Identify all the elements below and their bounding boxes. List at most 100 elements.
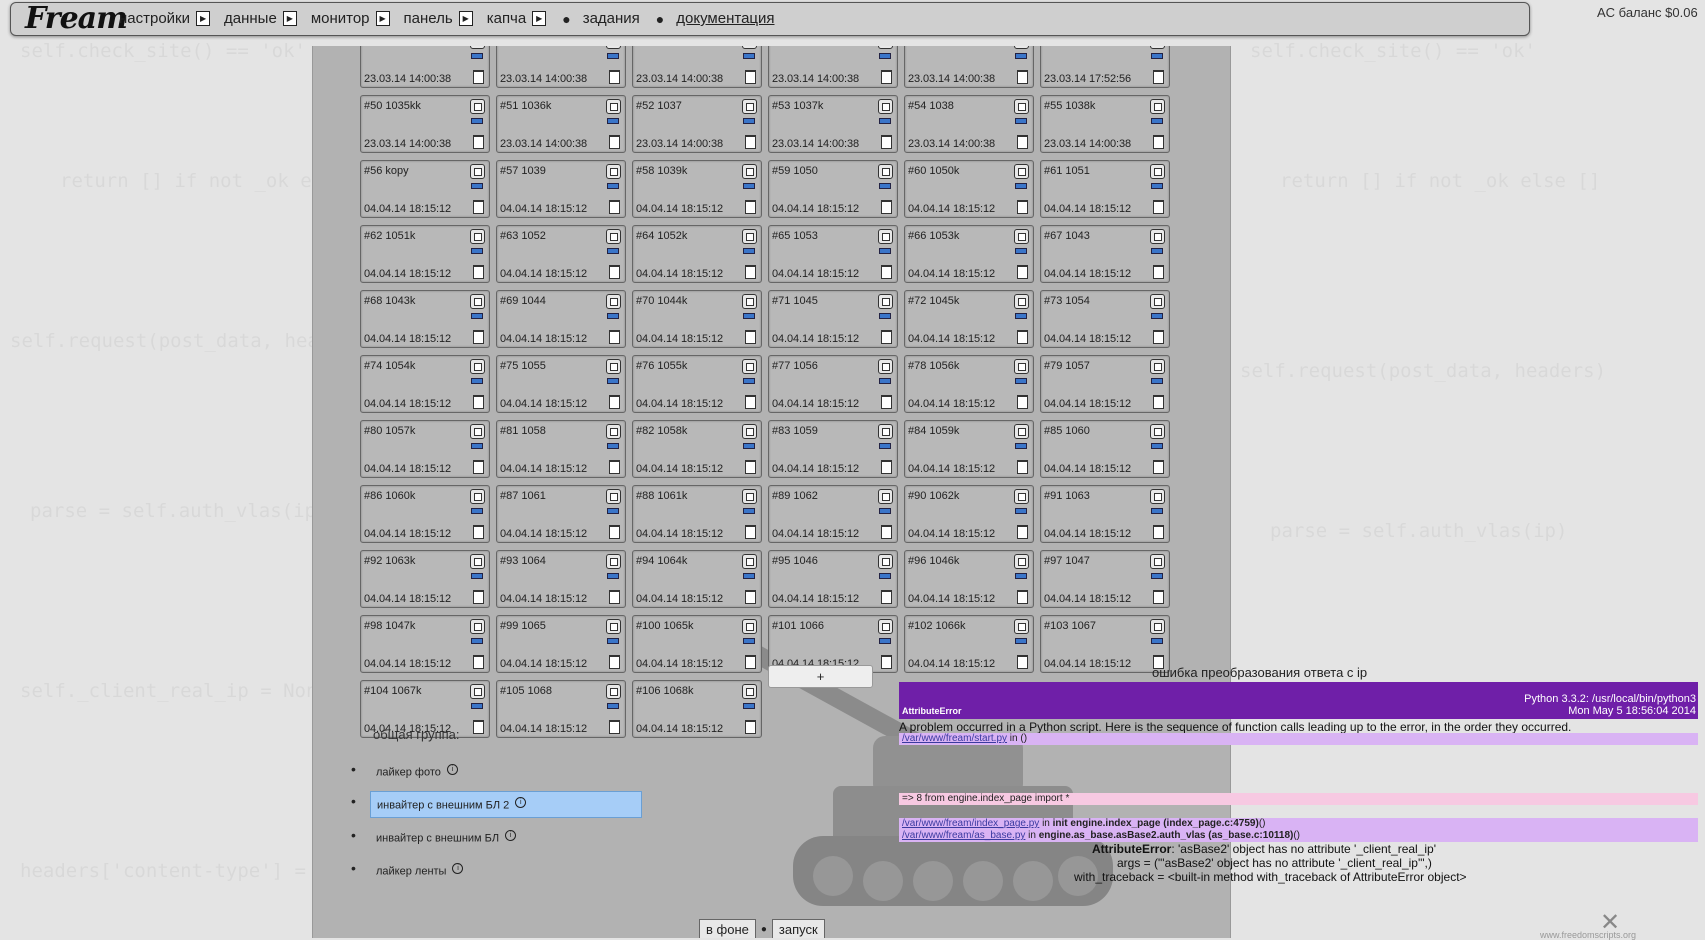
menu-tasks[interactable]: задания	[583, 10, 640, 27]
trash-icon[interactable]	[1153, 525, 1164, 539]
edit-icon[interactable]	[471, 573, 483, 579]
trash-icon[interactable]	[1153, 200, 1164, 214]
task-card[interactable]: #94 1064k 04.04.14 18:15:12	[632, 550, 762, 608]
edit-icon[interactable]	[1151, 638, 1163, 644]
traceback-link[interactable]: /var/www/fream/start.py	[902, 733, 1007, 744]
trash-icon[interactable]	[881, 200, 892, 214]
edit-icon[interactable]	[1015, 118, 1027, 124]
trash-icon[interactable]	[473, 590, 484, 604]
copy-icon[interactable]	[878, 359, 893, 374]
edit-icon[interactable]	[471, 638, 483, 644]
copy-icon[interactable]	[1014, 164, 1029, 179]
trash-icon[interactable]	[609, 460, 620, 474]
arrow-right-icon[interactable]: ▶	[532, 11, 547, 26]
edit-icon[interactable]	[607, 573, 619, 579]
arrow-right-icon[interactable]: ▶	[196, 11, 211, 26]
copy-icon[interactable]	[1150, 164, 1165, 179]
trash-icon[interactable]	[609, 70, 620, 84]
trash-icon[interactable]	[1153, 395, 1164, 409]
task-card[interactable]: #61 1051 04.04.14 18:15:12	[1040, 160, 1170, 218]
task-card[interactable]: #83 1059 04.04.14 18:15:12	[768, 420, 898, 478]
copy-icon[interactable]	[606, 99, 621, 114]
task-card[interactable]: #58 1039k 04.04.14 18:15:12	[632, 160, 762, 218]
task-card[interactable]: #96 1046k 04.04.14 18:15:12	[904, 550, 1034, 608]
copy-icon[interactable]	[606, 359, 621, 374]
edit-icon[interactable]	[607, 183, 619, 189]
traceback-link[interactable]: /var/www/fream/as_base.py	[902, 830, 1025, 841]
task-card[interactable]: 23.03.14 14:00:38	[496, 46, 626, 88]
edit-icon[interactable]	[1015, 508, 1027, 514]
menu-docs-link[interactable]: документация	[676, 10, 774, 27]
menu-captcha[interactable]: капча ▶	[487, 10, 547, 27]
copy-icon[interactable]	[742, 99, 757, 114]
edit-icon[interactable]	[879, 118, 891, 124]
trash-icon[interactable]	[609, 395, 620, 409]
edit-icon[interactable]	[879, 313, 891, 319]
task-card[interactable]: #71 1045 04.04.14 18:15:12	[768, 290, 898, 348]
edit-icon[interactable]	[607, 313, 619, 319]
trash-icon[interactable]	[473, 525, 484, 539]
copy-icon[interactable]	[606, 294, 621, 309]
task-card[interactable]: #91 1063 04.04.14 18:15:12	[1040, 485, 1170, 543]
arrow-right-icon[interactable]: ▶	[282, 11, 297, 26]
task-card[interactable]: #55 1038k 23.03.14 14:00:38	[1040, 95, 1170, 153]
trash-icon[interactable]	[609, 200, 620, 214]
task-card[interactable]: #64 1052k 04.04.14 18:15:12	[632, 225, 762, 283]
trash-icon[interactable]	[609, 720, 620, 734]
trash-icon[interactable]	[745, 590, 756, 604]
trash-icon[interactable]	[1153, 330, 1164, 344]
copy-icon[interactable]	[470, 424, 485, 439]
copy-icon[interactable]	[470, 99, 485, 114]
task-card[interactable]: #56 kopy 04.04.14 18:15:12	[360, 160, 490, 218]
copy-icon[interactable]	[606, 554, 621, 569]
task-card[interactable]: #69 1044 04.04.14 18:15:12	[496, 290, 626, 348]
task-card[interactable]: #103 1067 04.04.14 18:15:12	[1040, 615, 1170, 673]
copy-icon[interactable]	[742, 164, 757, 179]
edit-icon[interactable]	[1151, 53, 1163, 59]
edit-icon[interactable]	[471, 248, 483, 254]
trash-icon[interactable]	[473, 330, 484, 344]
task-card[interactable]: #81 1058 04.04.14 18:15:12	[496, 420, 626, 478]
edit-icon[interactable]	[471, 378, 483, 384]
task-card[interactable]: #80 1057k 04.04.14 18:15:12	[360, 420, 490, 478]
edit-icon[interactable]	[743, 703, 755, 709]
trash-icon[interactable]	[881, 655, 892, 669]
copy-icon[interactable]	[1150, 554, 1165, 569]
task-card[interactable]: #63 1052 04.04.14 18:15:12	[496, 225, 626, 283]
menu-panel[interactable]: панель ▶	[404, 10, 473, 27]
trash-icon[interactable]	[609, 590, 620, 604]
copy-icon[interactable]	[606, 684, 621, 699]
copy-icon[interactable]	[878, 164, 893, 179]
trash-icon[interactable]	[609, 330, 620, 344]
copy-icon[interactable]	[1150, 359, 1165, 374]
copy-icon[interactable]	[1150, 99, 1165, 114]
task-card[interactable]: #99 1065 04.04.14 18:15:12	[496, 615, 626, 673]
task-card[interactable]: #68 1043k 04.04.14 18:15:12	[360, 290, 490, 348]
edit-icon[interactable]	[1151, 118, 1163, 124]
arrow-right-icon[interactable]: ▶	[375, 11, 390, 26]
task-card[interactable]: #72 1045k 04.04.14 18:15:12	[904, 290, 1034, 348]
trash-icon[interactable]	[745, 70, 756, 84]
task-card[interactable]: #75 1055 04.04.14 18:15:12	[496, 355, 626, 413]
copy-icon[interactable]	[606, 164, 621, 179]
trash-icon[interactable]	[1017, 135, 1028, 149]
copy-icon[interactable]	[1150, 229, 1165, 244]
copy-icon[interactable]	[742, 46, 757, 49]
copy-icon[interactable]	[878, 229, 893, 244]
copy-icon[interactable]	[470, 229, 485, 244]
trash-icon[interactable]	[1017, 655, 1028, 669]
copy-icon[interactable]	[1150, 294, 1165, 309]
task-card[interactable]: #82 1058k 04.04.14 18:15:12	[632, 420, 762, 478]
task-card[interactable]: #54 1038 23.03.14 14:00:38	[904, 95, 1034, 153]
copy-icon[interactable]	[742, 684, 757, 699]
task-card[interactable]: #93 1064 04.04.14 18:15:12	[496, 550, 626, 608]
task-card[interactable]: #100 1065k 04.04.14 18:15:12	[632, 615, 762, 673]
trash-icon[interactable]	[1017, 330, 1028, 344]
trash-icon[interactable]	[1153, 590, 1164, 604]
trash-icon[interactable]	[881, 395, 892, 409]
edit-icon[interactable]	[743, 638, 755, 644]
edit-icon[interactable]	[743, 183, 755, 189]
edit-icon[interactable]	[879, 248, 891, 254]
trash-icon[interactable]	[881, 590, 892, 604]
info-icon[interactable]: i	[452, 863, 464, 874]
